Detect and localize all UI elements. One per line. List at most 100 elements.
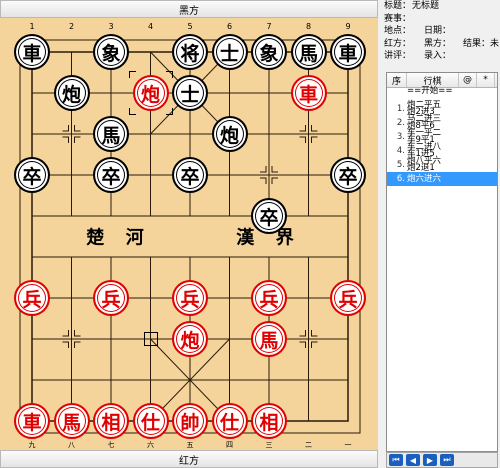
file-number-top: 3 [108,22,113,31]
file-number-top: 9 [345,22,350,31]
black-piece[interactable]: 車 [14,34,50,70]
black-piece[interactable]: 士 [172,75,208,111]
black-move: 炮2退1 [407,163,435,173]
black-piece[interactable]: 卒 [251,198,287,234]
red-piece[interactable]: 仕 [211,403,248,439]
move-text: 炮八平六 炮2退1 [407,157,497,173]
recorder-label: 录入： [424,51,452,61]
title-label: 标题： [384,1,412,11]
black-piece[interactable]: 象 [251,34,287,70]
move-number: 4. [396,146,405,156]
black-piece[interactable]: 卒 [14,157,50,193]
red-move: ==开始== [407,86,453,96]
file-number-bottom: 五 [187,441,194,449]
file-number-top: 6 [227,22,232,31]
file-number-top: 4 [148,22,153,31]
move-list[interactable]: 序 行棋 @ * ==开始== 1. 炮二平五 炮2进3 2. 马二进三 炮8平6 3. 车一平… [386,72,498,452]
black-piece[interactable]: 卒 [93,157,129,193]
red-side-label: 红方 [179,455,199,467]
title-value: 无标题 [412,1,440,11]
move-row[interactable]: 5. 炮八平六 炮2退1 [387,157,497,173]
file-number-top: 7 [266,22,271,31]
move-number: 2. [396,118,405,128]
black-piece[interactable]: 炮 [53,75,90,111]
move-row[interactable]: 2. 马二进三 炮8平6 [387,115,497,131]
move-number: 6. [396,174,405,184]
move-row[interactable]: 4. 车二进八 车1进5 [387,143,497,159]
file-number-bottom: 一 [345,441,352,449]
red-piece[interactable]: 炮 [172,321,208,357]
black-piece[interactable]: 士 [211,34,248,70]
red-piece[interactable]: 馬 [53,403,90,439]
black-side-label: 黑方 [179,5,199,17]
red-piece[interactable]: 相 [251,403,287,439]
file-number-bottom: 七 [108,440,115,449]
xiangqi-board[interactable]: 楚河漢界123456789九八七六五四三二一 車象将士象馬車炮炮士車馬炮卒卒卒卒… [0,18,378,450]
river-text: 河 [126,228,144,249]
file-number-top: 5 [187,22,192,31]
red-piece[interactable]: 兵 [14,280,50,316]
result-label: 结果： [463,38,491,49]
date-label: 日期： [424,26,452,36]
black-piece[interactable]: 卒 [330,157,366,193]
move-row[interactable]: ==开始== [387,86,497,102]
red-piece[interactable]: 相 [93,403,129,439]
black-side-bar: 黑方 [0,0,378,18]
move-row[interactable]: 1. 炮二平五 炮2进3 [387,101,497,117]
col-comment-header[interactable]: @ [459,73,477,87]
file-number-top: 8 [306,22,311,31]
first-move-button[interactable]: ⏮ [389,454,403,466]
red-piece[interactable]: 仕 [132,403,169,439]
file-number-bottom: 八 [68,441,75,449]
black-piece[interactable]: 炮 [211,116,248,152]
col-mark-header[interactable]: * [477,73,495,87]
red-piece[interactable]: 兵 [330,280,366,316]
red-piece[interactable]: 帥 [172,403,208,439]
black-piece[interactable]: 車 [330,34,366,70]
red-piece[interactable]: 車 [14,403,50,439]
move-number [387,88,407,102]
file-number-top: 1 [29,22,34,31]
navigation-bar: ⏮ ◀ ▶ ⏭ [386,452,498,468]
result-value: 未 [490,38,500,49]
black-piece[interactable]: 象 [93,34,129,70]
black-piece[interactable]: 馬 [290,34,327,70]
red-move: 炮六进六 [407,174,442,184]
file-number-bottom: 九 [29,440,36,449]
red-piece[interactable]: 兵 [172,280,208,316]
file-number-bottom: 四 [226,441,233,449]
red-piece[interactable]: 車 [290,75,327,111]
move-origin-marker [143,332,158,346]
move-number: 5. [396,160,405,170]
xiangqi-app: 黑方 楚河漢界123456789九八七六五四三二一 車象将士象馬車炮炮士車馬炮卒… [0,0,500,468]
move-row[interactable]: 3. 车一平二 车9平1 [387,129,497,145]
black-piece[interactable]: 将 [172,34,208,70]
black-piece[interactable]: 馬 [93,116,129,152]
next-move-button[interactable]: ▶ [423,454,437,466]
event-label: 赛事： [384,13,412,24]
move-row[interactable]: 6. 炮六进六 [387,172,497,186]
red-piece[interactable]: 馬 [251,321,287,357]
game-info-panel: 标题： 无标题 赛事： 地点： 日期： 红方： 黑方： 结果：未 讲评： 录入： [384,0,500,80]
move-text: 炮六进六 [407,172,497,186]
last-move-button[interactable]: ⏭ [440,454,454,466]
red-piece[interactable]: 炮 [132,75,169,111]
col-index-header[interactable]: 序 [387,73,407,87]
move-rows: ==开始== 1. 炮二平五 炮2进3 2. 马二进三 炮8平6 3. 车一平二 车9平1 4. 车二… [387,86,497,186]
red-side-bar: 红方 [0,450,378,468]
red-player-label: 红方： [384,38,412,49]
col-move-header[interactable]: 行棋 [407,73,459,87]
file-number-bottom: 六 [147,440,154,449]
red-piece[interactable]: 兵 [251,280,287,316]
prev-move-button[interactable]: ◀ [406,454,420,466]
black-piece[interactable]: 卒 [172,157,208,193]
red-piece[interactable]: 兵 [93,280,129,316]
file-number-top: 2 [69,22,74,31]
move-number: 1. [396,104,405,114]
file-number-bottom: 三 [266,441,273,449]
place-label: 地点： [384,26,412,36]
black-player-label: 黑方： [424,38,452,49]
river-text: 漢 [236,227,255,249]
commentator-label: 讲评： [384,51,412,61]
move-number: 3. [396,132,405,142]
